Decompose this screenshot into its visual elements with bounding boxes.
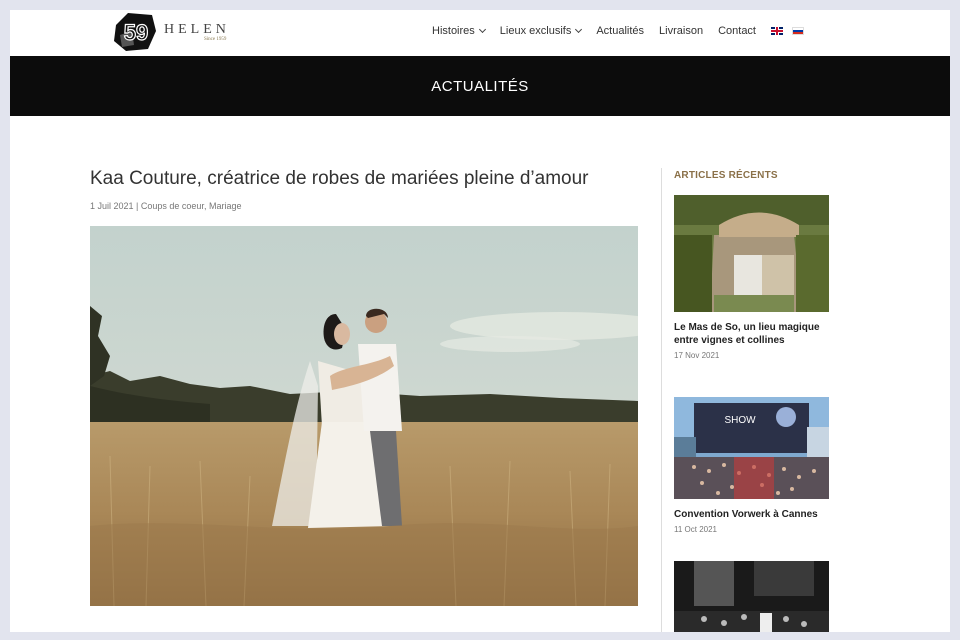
nav-item-label: Livraison: [659, 25, 704, 37]
page-title: ACTUALITÉS: [431, 77, 529, 95]
category-link-mariage[interactable]: Mariage: [209, 201, 242, 211]
recent-post-thumbnail[interactable]: SHOW: [674, 397, 829, 499]
russian-flag-icon[interactable]: [792, 27, 804, 35]
chevron-down-icon: [478, 25, 486, 34]
logo-name: HELEN: [164, 22, 230, 37]
logo-number: 59: [124, 20, 148, 45]
convention-sign-text: SHOW: [724, 415, 756, 426]
recent-post-date: 11 Oct 2021: [674, 525, 717, 534]
chevron-down-icon: [575, 25, 583, 34]
recent-post-item[interactable]: SHOW Convention Vorwerk à Cannes 11 Oct …: [674, 397, 829, 534]
article-date: 1 Juil 2021: [90, 201, 134, 211]
english-flag-icon[interactable]: [771, 27, 783, 35]
meta-separator: |: [133, 201, 141, 211]
article-title: Kaa Couture, créatrice de robes de marié…: [90, 168, 589, 189]
logo-badge-icon: 59: [112, 11, 158, 53]
nav-item-lieux-exclusifs[interactable]: Lieux exclusifs: [499, 25, 583, 37]
page-banner: ACTUALITÉS: [10, 56, 950, 116]
nav-item-histoires[interactable]: Histoires: [432, 25, 486, 37]
recent-post-thumbnail[interactable]: [674, 561, 829, 632]
nav-item-actualites[interactable]: Actualités: [596, 25, 644, 37]
nav-item-contact[interactable]: Contact: [718, 25, 756, 37]
recent-post-item[interactable]: Le Mas de So, un lieu magique entre vign…: [674, 195, 829, 360]
nav-item-label: Histoires: [432, 25, 475, 37]
recent-post-title[interactable]: Le Mas de So, un lieu magique entre vign…: [674, 321, 829, 347]
sidebar-recent-articles: ARTICLES RÉCENTS Le Mas de So, un lieu m…: [661, 168, 831, 632]
logo-since: Since 1959: [204, 37, 227, 42]
article-meta: 1 Juil 2021 | Coups de coeur, Mariage: [90, 201, 241, 211]
recent-post-thumbnail[interactable]: [674, 195, 829, 312]
site-header: 59 HELEN Since 1959 Histoires Lieux excl…: [10, 10, 950, 56]
nav-item-label: Lieux exclusifs: [499, 25, 572, 37]
category-link-coups-de-coeur[interactable]: Coups de coeur: [141, 201, 204, 211]
sidebar-title: ARTICLES RÉCENTS: [674, 170, 778, 181]
nav-item-label: Actualités: [596, 25, 645, 37]
recent-post-title[interactable]: Convention Vorwerk à Cannes: [674, 508, 829, 521]
site-logo[interactable]: 59 HELEN Since 1959: [112, 10, 230, 54]
browser-page: 59 HELEN Since 1959 Histoires Lieux excl…: [10, 10, 950, 632]
recent-post-date: 17 Nov 2021: [674, 351, 720, 360]
article-hero-image: [90, 226, 638, 606]
nav-item-livraison[interactable]: Livraison: [659, 25, 703, 37]
nav-item-label: Contact: [718, 25, 756, 37]
recent-post-item[interactable]: [674, 561, 829, 632]
main-nav: Histoires Lieux exclusifs Actualités Liv…: [432, 10, 804, 52]
